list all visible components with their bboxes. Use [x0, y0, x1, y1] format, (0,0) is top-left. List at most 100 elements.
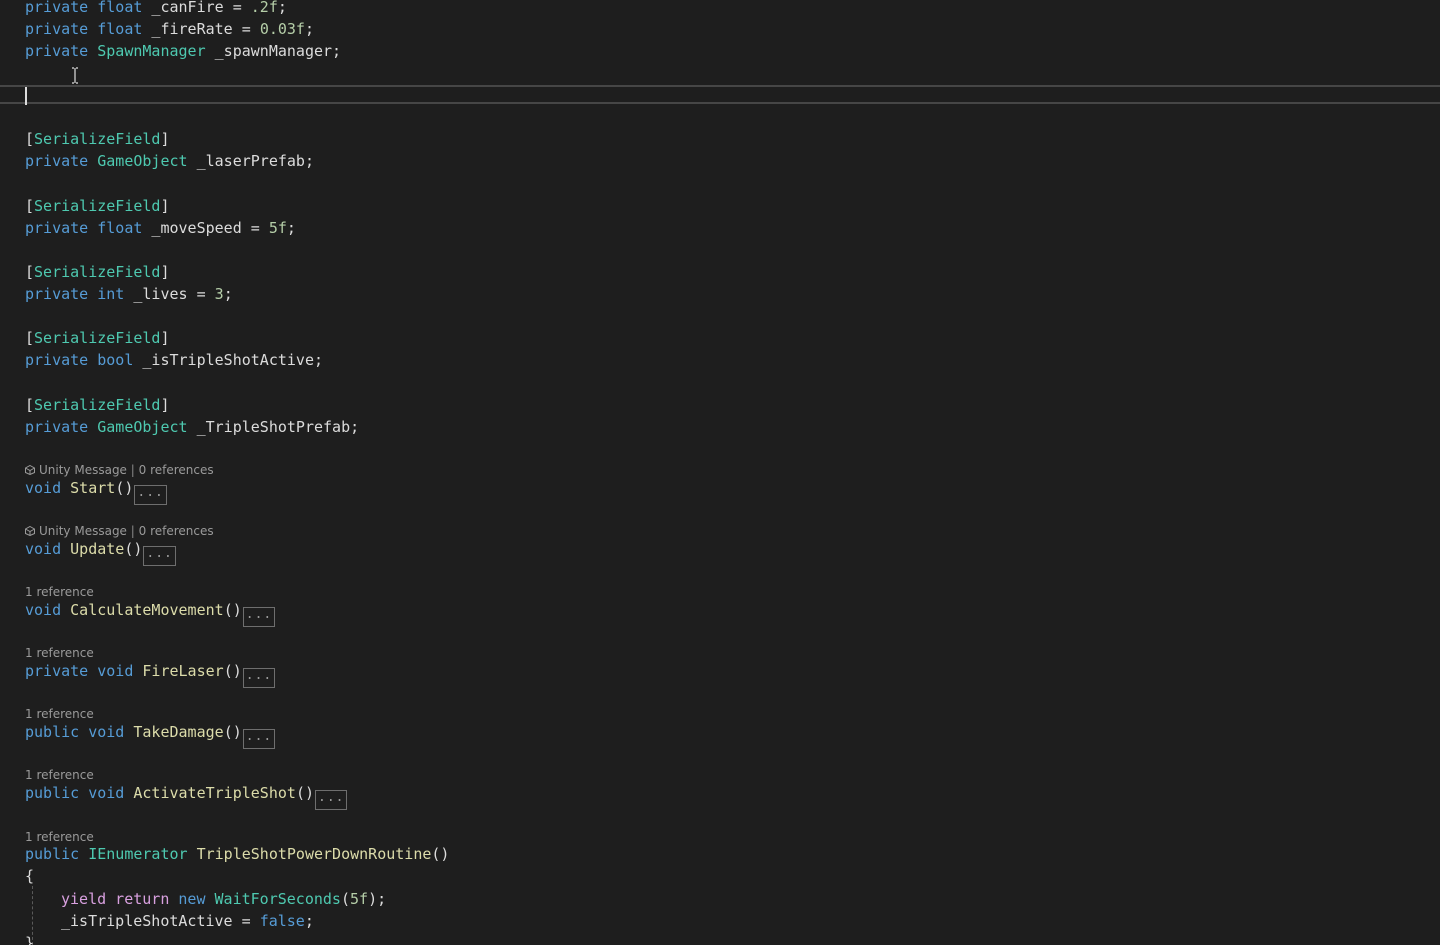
codelens-calculate-movement[interactable]: 1 reference	[25, 584, 94, 600]
code-line-fire-rate[interactable]: private float _fireRate = 0.03f;	[25, 18, 314, 40]
paren-close: );	[368, 890, 387, 908]
return-type: void	[25, 540, 62, 558]
code-line-can-fire[interactable]: private float _canFire = .2f;	[25, 0, 287, 18]
type-keyword: float	[97, 20, 143, 38]
text-caret	[25, 87, 27, 105]
return-type: IEnumerator	[88, 845, 188, 863]
number-literal: 3	[214, 285, 224, 303]
attribute-name: SerializeField	[34, 329, 161, 347]
code-line-routine-signature[interactable]: public IEnumerator TripleShotPowerDownRo…	[25, 843, 449, 865]
return-type: void	[88, 784, 125, 802]
bracket: [	[25, 130, 35, 148]
codelens-references[interactable]: 1 reference	[25, 768, 94, 782]
code-line-assign[interactable]: _isTripleShotActive = false;	[61, 910, 314, 932]
number-literal: 5f	[350, 890, 369, 908]
codelens-references[interactable]: 1 reference	[25, 707, 94, 721]
unity-cube-icon	[25, 526, 35, 536]
collapsed-region-button[interactable]: ...	[242, 668, 276, 688]
access-modifier: public	[25, 784, 80, 802]
access-modifier: private	[25, 42, 89, 60]
codelens-activate-triple-shot[interactable]: 1 reference	[25, 767, 94, 783]
code-line-spawn-manager[interactable]: private SpawnManager _spawnManager;	[25, 40, 341, 62]
codelens-take-damage[interactable]: 1 reference	[25, 706, 94, 722]
codelens-references[interactable]: 1 reference	[25, 646, 94, 660]
yield-keyword: yield return	[61, 890, 170, 908]
code-line-laser-prefab[interactable]: private GameObject _laserPrefab;	[25, 150, 314, 172]
codelens-start[interactable]: Unity Message | 0 references	[25, 462, 214, 478]
codelens-kind[interactable]: Unity Message	[39, 463, 127, 477]
code-line-triple-shot-active[interactable]: private bool _isTripleShotActive;	[25, 349, 323, 371]
code-line-lives[interactable]: private int _lives = 3;	[25, 283, 233, 305]
code-editor[interactable]: private float _canFire = .2f; private fl…	[0, 0, 1440, 945]
access-modifier: private	[25, 20, 89, 38]
code-line-yield[interactable]: yield return new WaitForSeconds(5f);	[61, 888, 386, 910]
bool-literal: false	[259, 912, 305, 930]
return-type: void	[97, 662, 134, 680]
attribute-line[interactable]: [SerializeField]	[25, 128, 170, 150]
codelens-kind[interactable]: Unity Message	[39, 524, 127, 538]
field-name: _spawnManager;	[205, 42, 342, 60]
access-modifier: private	[25, 285, 89, 303]
code-line-activate-triple-shot[interactable]: public void ActivateTripleShot()...	[25, 782, 348, 810]
attribute-line[interactable]: [SerializeField]	[25, 195, 170, 217]
type-keyword: float	[97, 0, 143, 16]
code-line-start[interactable]: void Start()...	[25, 477, 167, 505]
attribute-line[interactable]: [SerializeField]	[25, 394, 170, 416]
codelens-fire-laser[interactable]: 1 reference	[25, 645, 94, 661]
attribute-name: SerializeField	[34, 130, 161, 148]
code-line-fire-laser[interactable]: private void FireLaser()...	[25, 660, 276, 688]
access-modifier: public	[25, 845, 80, 863]
access-modifier: private	[25, 662, 89, 680]
codelens-references[interactable]: 1 reference	[25, 830, 94, 844]
field-name: _isTripleShotActive;	[133, 351, 324, 369]
bracket: ]	[160, 329, 170, 347]
paren-open: (	[340, 890, 350, 908]
codelens-separator: |	[130, 524, 135, 538]
field-name: _canFire =	[142, 0, 251, 16]
collapsed-region-button[interactable]: ...	[143, 546, 176, 566]
collapsed-region-button[interactable]: ...	[134, 485, 167, 505]
codelens-references[interactable]: 0 references	[139, 463, 214, 477]
unity-cube-icon	[25, 465, 35, 475]
attribute-name: SerializeField	[34, 263, 161, 281]
semicolon: ;	[304, 20, 314, 38]
code-line-close-brace[interactable]: }	[25, 932, 34, 945]
type-keyword: bool	[97, 351, 134, 369]
field-name: _lives =	[124, 285, 215, 303]
code-line-calculate-movement[interactable]: void CalculateMovement()...	[25, 599, 276, 627]
code-line-move-speed[interactable]: private float _moveSpeed = 5f;	[25, 217, 296, 239]
access-modifier: private	[25, 351, 89, 369]
code-line-triple-shot-prefab[interactable]: private GameObject _TripleShotPrefab;	[25, 416, 359, 438]
number-literal: 0.03f	[259, 20, 305, 38]
field-name: _moveSpeed =	[142, 219, 269, 237]
codelens-separator: |	[130, 463, 135, 477]
parentheses: ()	[431, 845, 450, 863]
assign-target: _isTripleShotActive =	[61, 912, 260, 930]
codelens-references[interactable]: 0 references	[139, 524, 214, 538]
type-name: WaitForSeconds	[214, 890, 341, 908]
collapsed-region-button[interactable]: ...	[315, 790, 348, 810]
code-line-open-brace[interactable]: {	[25, 865, 34, 887]
bracket: [	[25, 263, 35, 281]
code-line-update[interactable]: void Update()...	[25, 538, 176, 566]
bracket: ]	[160, 130, 170, 148]
type-keyword: int	[97, 285, 125, 303]
collapsed-region-button[interactable]: ...	[242, 729, 276, 749]
field-name: _fireRate =	[142, 20, 260, 38]
attribute-line[interactable]: [SerializeField]	[25, 327, 170, 349]
text-cursor-icon	[72, 67, 78, 84]
code-line-take-damage[interactable]: public void TakeDamage()...	[25, 721, 276, 749]
bracket: ]	[160, 197, 170, 215]
access-modifier: public	[25, 723, 80, 741]
bracket: ]	[160, 263, 170, 281]
field-name: _laserPrefab;	[187, 152, 314, 170]
codelens-references[interactable]: 1 reference	[25, 585, 94, 599]
parentheses: ()	[295, 784, 314, 802]
collapsed-region-button[interactable]: ...	[242, 607, 276, 627]
semicolon: ;	[223, 285, 233, 303]
method-name: FireLaser	[142, 662, 224, 680]
method-name: Start	[70, 479, 116, 497]
method-name: TakeDamage	[133, 723, 224, 741]
attribute-line[interactable]: [SerializeField]	[25, 261, 170, 283]
codelens-update[interactable]: Unity Message | 0 references	[25, 523, 214, 539]
